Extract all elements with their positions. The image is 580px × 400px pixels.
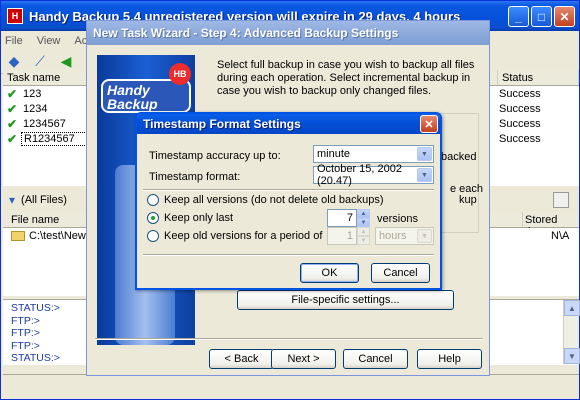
- status-column-header[interactable]: Status: [498, 70, 579, 85]
- keep-last-label: Keep only last: [164, 212, 234, 224]
- last-unit-label: versions: [377, 213, 418, 225]
- partial-label-1: backed: [441, 151, 477, 163]
- check-icon: ✔: [6, 131, 18, 146]
- format-combo[interactable]: October 15, 2002 (20.47) ▼: [313, 163, 434, 187]
- minimize-button[interactable]: _: [508, 6, 529, 27]
- keep-all-option[interactable]: Keep all versions (do not delete old bac…: [147, 194, 384, 206]
- chevron-down-icon[interactable]: ▼: [417, 147, 432, 161]
- period-unit-value: hours: [379, 230, 407, 242]
- app-icon: H: [7, 8, 23, 24]
- filter-icon: ▾: [9, 193, 16, 207]
- folder-icon: [11, 230, 25, 241]
- spin-down-icon[interactable]: ▼: [357, 218, 370, 227]
- keep-last-option[interactable]: Keep only last: [147, 212, 233, 224]
- dialog-close-button[interactable]: ✕: [420, 115, 438, 133]
- format-value: October 15, 2002 (20.47): [317, 163, 403, 187]
- dialog-cancel-button[interactable]: Cancel: [371, 263, 430, 283]
- task-status: Success: [499, 117, 541, 130]
- spin-up-icon[interactable]: ▲: [357, 209, 370, 218]
- next-button[interactable]: Next >: [271, 349, 336, 369]
- wizard-title: New Task Wizard - Step 4: Advanced Backu…: [87, 21, 489, 45]
- file-stored-time: N\A: [551, 229, 570, 242]
- keep-period-label: Keep old versions for a period of: [164, 230, 323, 242]
- check-icon: ✔: [6, 116, 18, 131]
- help-button[interactable]: Help: [417, 349, 482, 369]
- stored-time-column-header[interactable]: Stored time: [523, 212, 579, 238]
- check-icon: ✔: [6, 86, 18, 101]
- menu-file[interactable]: File: [5, 35, 23, 47]
- close-button[interactable]: ✕: [554, 6, 575, 27]
- radio-keep-all[interactable]: [147, 194, 159, 206]
- task-name: 123: [23, 87, 42, 100]
- radio-keep-period[interactable]: [147, 230, 159, 242]
- wizard-cancel-button[interactable]: Cancel: [343, 349, 408, 369]
- log-scrollbar[interactable]: ▲ ▼: [563, 300, 580, 364]
- format-label: Timestamp format:: [149, 171, 241, 183]
- scroll-up-arrow-icon[interactable]: ▲: [564, 300, 580, 316]
- partial-label-3: kup: [459, 194, 477, 206]
- back-arrow-icon[interactable]: ◀: [57, 53, 75, 71]
- wizard-separator: [95, 338, 483, 340]
- dialog-separator: [143, 189, 434, 191]
- keep-all-label: Keep all versions (do not delete old bac…: [164, 194, 384, 206]
- file-filter-combo[interactable]: (All Files): [21, 194, 67, 206]
- back-button[interactable]: < Back: [209, 349, 274, 369]
- file-specific-settings-button[interactable]: File-specific settings...: [237, 290, 454, 310]
- scroll-down-arrow-icon[interactable]: ▼: [564, 348, 580, 364]
- dialog-title: Timestamp Format Settings: [137, 114, 440, 134]
- task-status: Success: [499, 132, 541, 145]
- maximize-button[interactable]: □: [531, 6, 552, 27]
- tag-icon[interactable]: ◆: [5, 53, 23, 71]
- spin-down-icon[interactable]: ▼: [357, 236, 370, 245]
- period-count-stepper[interactable]: 1 ▲ ▼: [327, 227, 370, 245]
- accuracy-label: Timestamp accuracy up to:: [149, 150, 281, 162]
- menu-view[interactable]: View: [37, 35, 61, 47]
- accuracy-value: minute: [317, 148, 351, 160]
- chevron-down-icon[interactable]: ▼: [417, 229, 432, 243]
- task-status: Success: [499, 87, 541, 100]
- task-name: 1234: [23, 102, 48, 115]
- timestamp-dialog: Timestamp Format Settings ✕ Timestamp ac…: [135, 112, 442, 290]
- task-name: 1234567: [23, 117, 66, 130]
- hd-logo-icon: HB: [169, 63, 191, 85]
- chevron-down-icon[interactable]: ▼: [417, 168, 432, 182]
- last-count-stepper[interactable]: 7 ▲ ▼: [327, 209, 370, 227]
- spin-up-icon[interactable]: ▲: [357, 227, 370, 236]
- last-count-value[interactable]: 7: [327, 209, 357, 227]
- task-name: R1234567: [21, 131, 91, 146]
- task-status: Success: [499, 102, 541, 115]
- status-bar: [3, 374, 579, 398]
- check-icon: ✔: [6, 101, 18, 116]
- radio-keep-last[interactable]: [147, 212, 159, 224]
- period-count-value[interactable]: 1: [327, 227, 357, 245]
- period-unit-combo[interactable]: hours ▼: [375, 227, 434, 245]
- refresh-icon[interactable]: [553, 192, 569, 208]
- keep-period-option[interactable]: Keep old versions for a period of: [147, 230, 322, 242]
- wizard-description: Select full backup in case you wish to b…: [217, 59, 475, 97]
- ok-button[interactable]: OK: [300, 263, 359, 283]
- dialog-separator: [143, 254, 434, 256]
- accuracy-combo[interactable]: minute ▼: [313, 145, 434, 163]
- wand-icon[interactable]: ⟋: [31, 53, 49, 71]
